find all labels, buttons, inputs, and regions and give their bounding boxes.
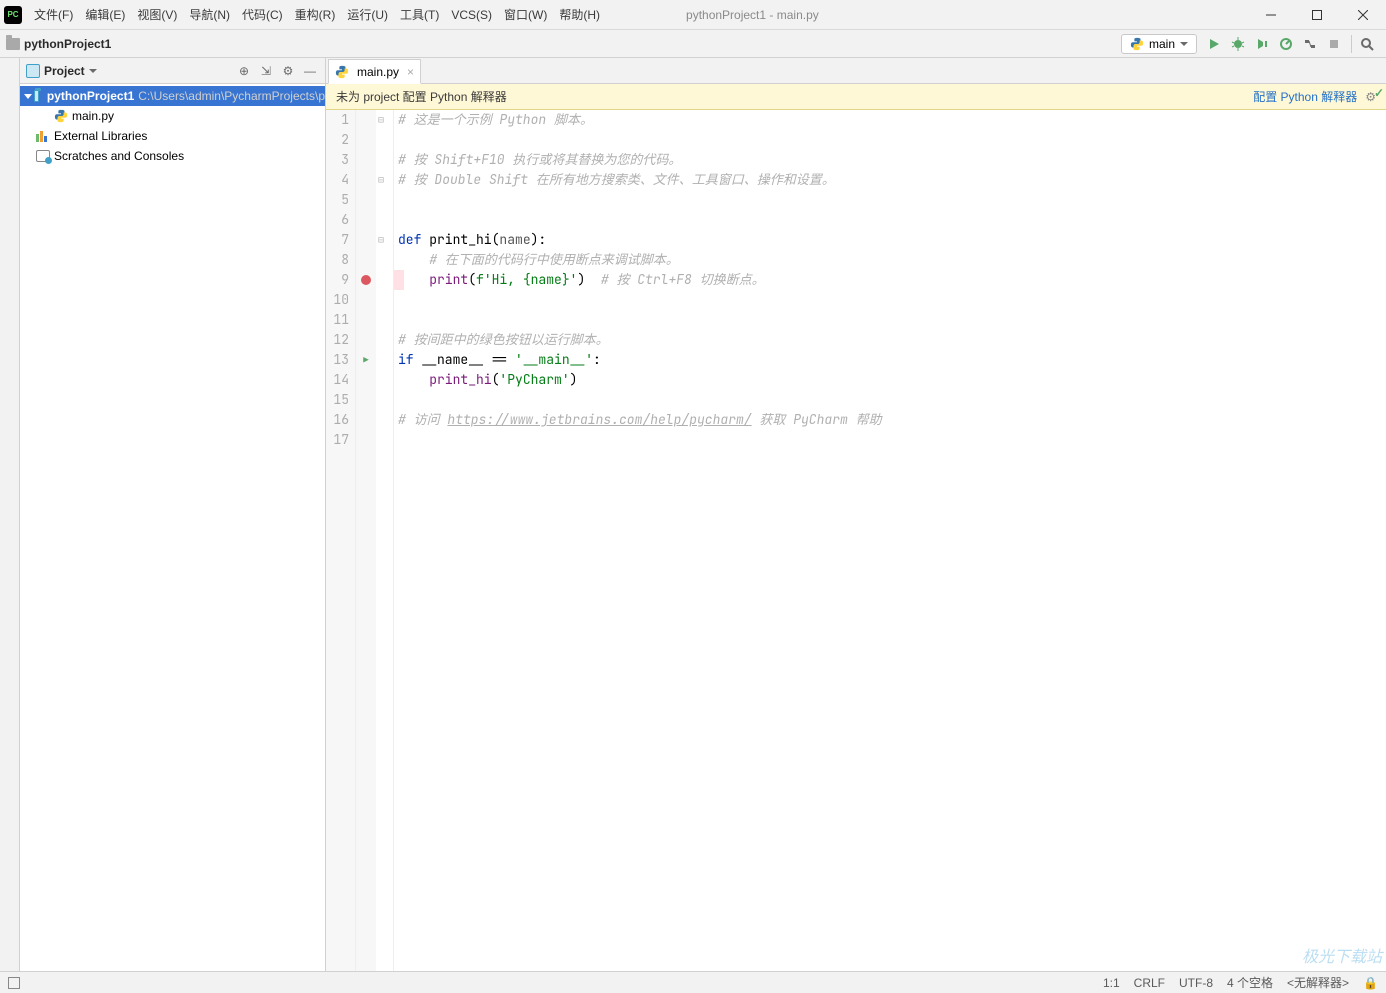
profile-button[interactable] <box>1275 33 1297 55</box>
run-config-combo[interactable]: main <box>1121 34 1197 54</box>
menu-refactor[interactable]: 重构(R) <box>289 2 342 27</box>
pycharm-logo-icon: PC <box>4 6 22 24</box>
menu-view[interactable]: 视图(V) <box>131 2 183 27</box>
icon-gutter[interactable]: ▶ <box>356 110 376 971</box>
tree-scratches-label: Scratches and Consoles <box>54 149 184 163</box>
menu-vcs[interactable]: VCS(S) <box>445 4 498 26</box>
search-everywhere-button[interactable] <box>1356 33 1378 55</box>
interpreter-banner: 未为 project 配置 Python 解释器 配置 Python 解释器 ⚙ <box>326 84 1386 110</box>
settings-gear-icon[interactable]: ⚙ <box>279 62 297 80</box>
menu-edit[interactable]: 编辑(E) <box>79 2 131 27</box>
chevron-down-icon[interactable] <box>24 91 32 101</box>
expand-all-icon[interactable]: ⇲ <box>257 62 275 80</box>
menu-code[interactable]: 代码(C) <box>236 2 289 27</box>
project-panel-label: Project <box>44 64 85 78</box>
status-line-sep[interactable]: CRLF <box>1134 976 1165 990</box>
main-menu: 文件(F) 编辑(E) 视图(V) 导航(N) 代码(C) 重构(R) 运行(U… <box>28 2 606 27</box>
stop-button[interactable] <box>1323 33 1345 55</box>
tree-external-libraries[interactable]: External Libraries <box>20 126 325 146</box>
tree-file-label: main.py <box>72 109 114 123</box>
status-indent[interactable]: 4 个空格 <box>1227 974 1273 991</box>
scratches-icon <box>36 150 50 162</box>
status-interpreter[interactable]: <无解释器> <box>1287 974 1349 991</box>
python-icon <box>1130 37 1144 51</box>
menu-file[interactable]: 文件(F) <box>28 2 79 27</box>
libraries-icon <box>36 130 50 142</box>
editor-tabs: main.py × <box>326 58 1386 84</box>
breadcrumb-project[interactable]: pythonProject1 <box>24 37 111 51</box>
tab-label: main.py <box>357 65 399 79</box>
run-button[interactable] <box>1203 33 1225 55</box>
status-caret[interactable]: 1:1 <box>1103 976 1120 990</box>
project-panel-header[interactable]: Project ⊕ ⇲ ⚙ — <box>20 58 325 84</box>
run-gutter-icon[interactable]: ▶ <box>363 350 368 370</box>
tree-scratches[interactable]: Scratches and Consoles <box>20 146 325 166</box>
tree-root-path: C:\Users\admin\PycharmProjects\p <box>138 89 325 103</box>
chevron-down-icon <box>1180 42 1188 46</box>
attach-button[interactable] <box>1299 33 1321 55</box>
titlebar: PC 文件(F) 编辑(E) 视图(V) 导航(N) 代码(C) 重构(R) 运… <box>0 0 1386 30</box>
editor-area: main.py × 未为 project 配置 Python 解释器 配置 Py… <box>326 58 1386 971</box>
status-encoding[interactable]: UTF-8 <box>1179 976 1213 990</box>
menu-tools[interactable]: 工具(T) <box>394 2 445 27</box>
coverage-button[interactable] <box>1251 33 1273 55</box>
inspection-ok-icon[interactable]: ✓ <box>1374 86 1384 100</box>
code-content[interactable]: # 这是一个示例 Python 脚本。 # 按 Shift+F10 执行或将其替… <box>394 110 1386 971</box>
tree-root-name: pythonProject1 <box>47 89 134 103</box>
folder-icon <box>34 90 39 102</box>
select-opened-file-icon[interactable]: ⊕ <box>235 62 253 80</box>
chevron-down-icon[interactable] <box>89 69 97 73</box>
tree-file-main[interactable]: main.py <box>20 106 325 126</box>
python-file-icon <box>54 109 68 123</box>
left-stripe[interactable] <box>0 58 20 971</box>
tab-main-py[interactable]: main.py × <box>328 59 421 84</box>
configure-interpreter-link[interactable]: 配置 Python 解释器 <box>1253 88 1357 105</box>
minimize-button[interactable] <box>1248 0 1294 30</box>
fold-gutter[interactable]: ⊟⊟⊟ <box>376 110 394 971</box>
menu-window[interactable]: 窗口(W) <box>498 2 553 27</box>
status-bar: 1:1 CRLF UTF-8 4 个空格 <无解释器> 🔒 <box>0 971 1386 993</box>
navigation-bar: pythonProject1 main <box>0 30 1386 58</box>
tool-window-toggle-icon[interactable] <box>8 977 20 989</box>
project-tree[interactable]: pythonProject1 C:\Users\admin\PycharmPro… <box>20 84 325 971</box>
menu-run[interactable]: 运行(U) <box>341 2 394 27</box>
project-tool-window: Project ⊕ ⇲ ⚙ — pythonProject1 C:\Users\… <box>20 58 326 971</box>
status-lock-icon[interactable]: 🔒 <box>1363 976 1378 990</box>
maximize-button[interactable] <box>1294 0 1340 30</box>
banner-message: 未为 project 配置 Python 解释器 <box>336 88 507 105</box>
debug-button[interactable] <box>1227 33 1249 55</box>
hide-icon[interactable]: — <box>301 62 319 80</box>
folder-icon <box>6 38 20 50</box>
code-editor[interactable]: 1234567891011121314151617 ▶ ⊟⊟⊟ # 这是一个示例… <box>326 110 1386 971</box>
menu-navigate[interactable]: 导航(N) <box>183 2 236 27</box>
menu-help[interactable]: 帮助(H) <box>553 2 606 27</box>
tree-root[interactable]: pythonProject1 C:\Users\admin\PycharmPro… <box>20 86 325 106</box>
run-config-name: main <box>1149 37 1175 51</box>
breakpoint-icon[interactable] <box>361 275 371 285</box>
separator <box>1351 35 1352 53</box>
main-area: Project ⊕ ⇲ ⚙ — pythonProject1 C:\Users\… <box>0 58 1386 971</box>
window-controls <box>1248 0 1386 30</box>
window-title: pythonProject1 - main.py <box>686 8 819 22</box>
close-tab-icon[interactable]: × <box>407 65 414 79</box>
line-number-gutter[interactable]: 1234567891011121314151617 <box>326 110 356 971</box>
close-button[interactable] <box>1340 0 1386 30</box>
project-view-icon <box>26 64 40 78</box>
python-file-icon <box>335 65 349 79</box>
tree-ext-lib-label: External Libraries <box>54 129 147 143</box>
